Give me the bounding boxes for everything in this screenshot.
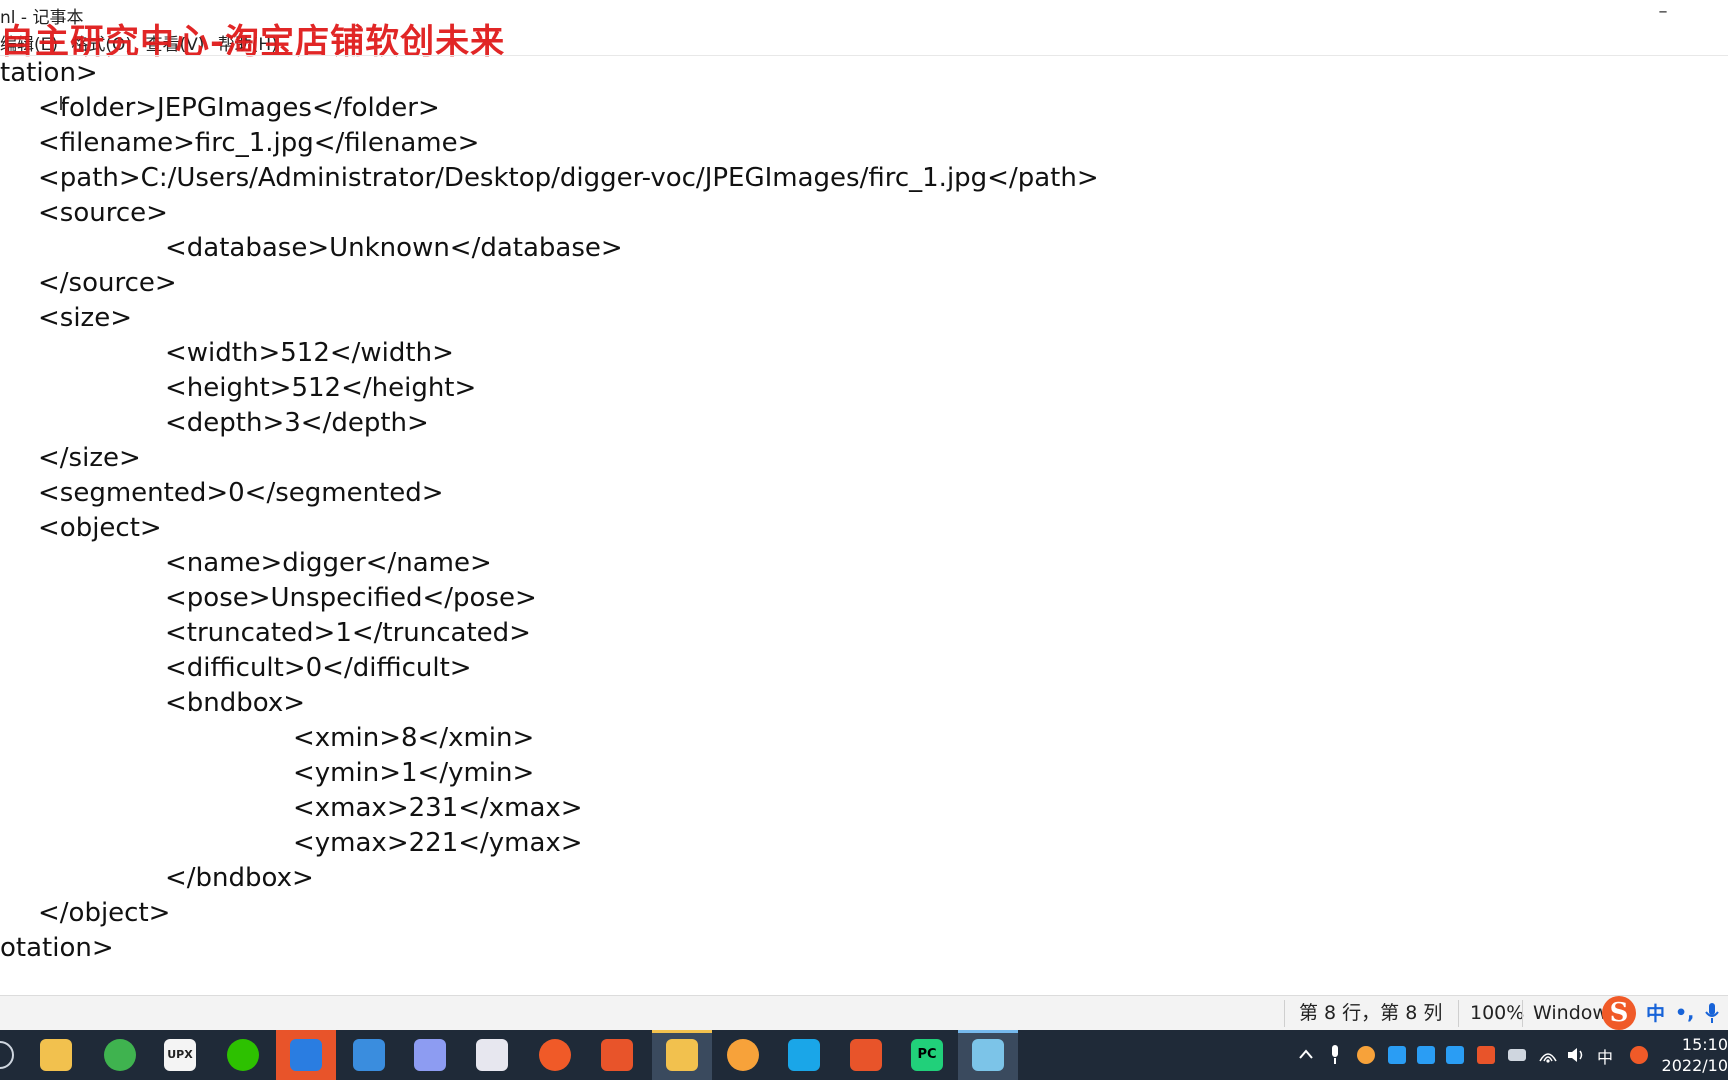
clock-time: 15:10 <box>1681 1035 1728 1054</box>
text-line: </object> <box>38 898 171 928</box>
text-line: otation> <box>0 933 114 963</box>
wps-app-icon[interactable] <box>601 1039 633 1071</box>
text-line: <truncated>1</truncated> <box>165 618 531 648</box>
text-line: <path>C:/Users/Administrator/Desktop/dig… <box>38 163 1099 193</box>
speaker-icon[interactable] <box>1566 1045 1586 1065</box>
text-line: <xmax>231</xmax> <box>293 793 583 823</box>
zoom-level: 100% <box>1470 1002 1525 1024</box>
text-line: <size> <box>38 303 132 333</box>
upx-app-icon[interactable]: UPX <box>164 1039 196 1071</box>
toolbox-app-icon[interactable] <box>290 1039 322 1071</box>
microphone-icon[interactable] <box>1704 1002 1720 1024</box>
system-clock[interactable]: 15:10 2022/10 <box>1662 1034 1728 1076</box>
notes-app-icon[interactable] <box>353 1039 385 1071</box>
text-line: <object> <box>38 513 162 543</box>
status-separator <box>1522 1000 1523 1027</box>
ime-toolbar[interactable]: S 中 •, <box>1602 995 1720 1030</box>
text-line: <name>digger</name> <box>165 548 492 578</box>
text-line: <source> <box>38 198 168 228</box>
text-line: </size> <box>38 443 141 473</box>
cursor-position: 第 8 行，第 8 列 <box>1299 1002 1443 1024</box>
sogou-ime-icon[interactable]: S <box>1602 995 1636 1030</box>
text-line: </bndbox> <box>165 863 314 893</box>
text-line: <depth>3</depth> <box>165 408 429 438</box>
text-line: <bndbox> <box>165 688 306 718</box>
file-explorer-icon[interactable] <box>40 1039 72 1071</box>
monkey-app-icon[interactable] <box>727 1039 759 1071</box>
minimize-button[interactable]: – <box>1640 0 1686 28</box>
text-editor[interactable]: tation> <folder>JEPGImages</folder> <filen… <box>0 55 1728 996</box>
ime-mode-toggle[interactable]: 中 <box>1646 999 1665 1026</box>
taskbar: UPX PC 中 15:10 2022/10 <box>0 1030 1728 1080</box>
sogou-tray-icon[interactable] <box>1630 1046 1648 1064</box>
wifi-icon[interactable] <box>1538 1045 1558 1065</box>
text-line: <ymin>1</ymin> <box>293 758 535 788</box>
status-separator <box>1284 1000 1285 1027</box>
text-line: <difficult>0</difficult> <box>165 653 472 683</box>
text-line: <width>512</width> <box>165 338 454 368</box>
ime-punctuation-toggle[interactable]: •, <box>1675 1002 1694 1024</box>
status-separator <box>1458 1000 1459 1027</box>
text-cursor <box>60 96 62 110</box>
git-app-icon[interactable] <box>539 1039 571 1071</box>
line-ending: Window <box>1533 1002 1608 1024</box>
pdf-app-icon[interactable] <box>850 1039 882 1071</box>
browser-icon[interactable] <box>104 1039 136 1071</box>
clock-date: 2022/10 <box>1661 1056 1728 1075</box>
text-line: tation> <box>0 58 98 88</box>
notepad-app-icon[interactable] <box>972 1039 1004 1071</box>
monkey-tray-icon[interactable] <box>1357 1046 1375 1064</box>
pinwheel-app-icon[interactable] <box>788 1039 820 1071</box>
pycharm-app-icon[interactable]: PC <box>911 1039 943 1071</box>
status-bar: 第 8 行，第 8 列 100% Window <box>0 995 1728 1031</box>
text-line: <database>Unknown</database> <box>165 233 623 263</box>
text-line: </source> <box>38 268 177 298</box>
text-line: <folder>JEPGImages</folder> <box>38 93 440 123</box>
text-line: <xmin>8</xmin> <box>293 723 535 753</box>
text-line: <filename>firc_1.jpg</filename> <box>38 128 480 158</box>
wechat-icon[interactable] <box>227 1039 259 1071</box>
cloud-tray-icon[interactable] <box>1446 1046 1464 1064</box>
battery-icon[interactable] <box>1508 1049 1526 1061</box>
text-line: <ymax>221</ymax> <box>293 828 583 858</box>
cloud-tray-icon[interactable] <box>1388 1046 1406 1064</box>
search-icon[interactable] <box>0 1041 14 1069</box>
text-line: <segmented>0</segmented> <box>38 478 444 508</box>
input-language-indicator[interactable]: 中 <box>1597 1044 1613 1068</box>
document-app-icon[interactable] <box>476 1039 508 1071</box>
chevron-up-icon[interactable] <box>1298 1048 1314 1060</box>
microphone-icon[interactable] <box>1328 1044 1342 1066</box>
feather-app-icon[interactable] <box>414 1039 446 1071</box>
wps-tray-icon[interactable] <box>1477 1046 1495 1064</box>
cloud-tray-icon[interactable] <box>1417 1046 1435 1064</box>
powerbi-app-icon[interactable] <box>666 1039 698 1071</box>
text-line: <height>512</height> <box>165 373 477 403</box>
text-line: <pose>Unspecified</pose> <box>165 583 537 613</box>
